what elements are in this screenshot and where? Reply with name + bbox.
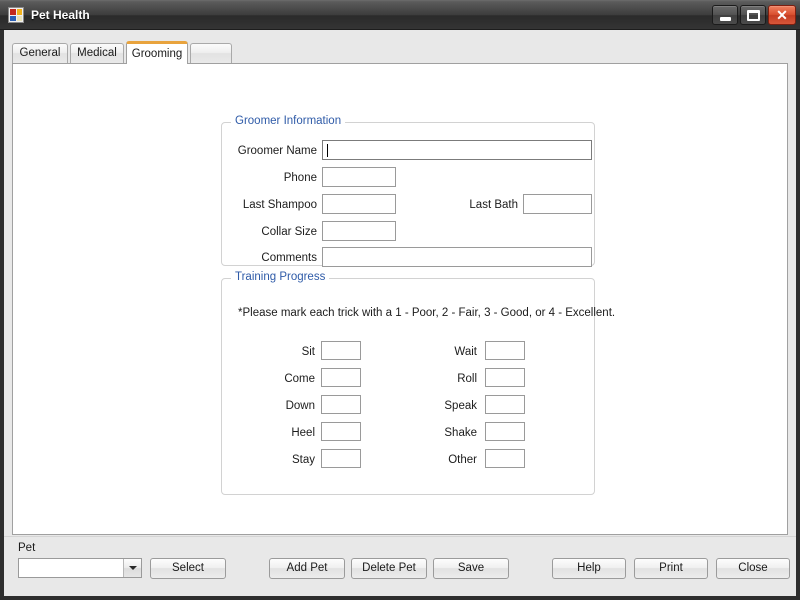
comments-input[interactable] — [322, 247, 592, 267]
trick-wait-label: Wait — [454, 346, 477, 358]
trick-other-label: Other — [448, 454, 477, 466]
trick-down-label: Down — [285, 400, 315, 412]
tab-grooming[interactable]: Grooming — [126, 41, 188, 64]
minimize-button[interactable] — [712, 5, 738, 25]
last-shampoo-input[interactable] — [322, 194, 396, 214]
collar-size-label: Collar Size — [261, 226, 317, 238]
training-note: *Please mark each trick with a 1 - Poor,… — [238, 307, 616, 319]
collar-size-input[interactable] — [322, 221, 396, 241]
add-pet-button[interactable]: Add Pet — [269, 558, 345, 579]
toolbar-divider — [4, 536, 796, 537]
trick-other-input[interactable] — [485, 449, 525, 468]
trick-roll-input[interactable] — [485, 368, 525, 387]
chevron-down-icon[interactable] — [123, 559, 141, 577]
groomer-information-title: Groomer Information — [231, 115, 346, 127]
trick-heel-label: Heel — [291, 427, 315, 439]
trick-roll-label: Roll — [457, 373, 477, 385]
tab-medical[interactable]: Medical — [70, 43, 124, 63]
training-progress-title: Training Progress — [231, 271, 330, 283]
trick-come-label: Come — [284, 373, 315, 385]
text-caret — [327, 144, 328, 157]
select-button[interactable]: Select — [150, 558, 226, 579]
groomer-information-group: Groomer Information Groomer Name Phone L… — [221, 115, 595, 267]
groomer-name-label: Groomer Name — [237, 145, 317, 157]
tab-blank[interactable] — [190, 43, 232, 63]
tab-page-grooming: Groomer Information Groomer Name Phone L… — [12, 63, 790, 585]
title-bar: Pet Health ✕ — [0, 0, 800, 30]
application-window: Pet Health ✕ General Medical Grooming Gr… — [0, 0, 800, 600]
training-progress-group: Training Progress *Please mark each tric… — [221, 271, 615, 495]
trick-sit-input[interactable] — [321, 341, 361, 360]
phone-label: Phone — [283, 172, 317, 184]
trick-heel-input[interactable] — [321, 422, 361, 441]
trick-speak-label: Speak — [444, 400, 477, 412]
groomer-name-input[interactable] — [322, 140, 592, 160]
maximize-button[interactable] — [740, 5, 766, 25]
last-bath-input[interactable] — [523, 194, 592, 214]
trick-come-input[interactable] — [321, 368, 361, 387]
trick-down-input[interactable] — [321, 395, 361, 414]
comments-label: Comments — [261, 252, 317, 264]
phone-input[interactable] — [322, 167, 396, 187]
help-button[interactable]: Help — [552, 558, 626, 579]
app-grid-icon — [8, 7, 24, 23]
last-bath-label: Last Bath — [469, 199, 518, 211]
bottom-toolbar: Pet Select Add Pet Delete Pet Save Help … — [4, 536, 796, 596]
trick-sit-label: Sit — [301, 346, 315, 358]
delete-pet-button[interactable]: Delete Pet — [351, 558, 427, 579]
trick-shake-input[interactable] — [485, 422, 525, 441]
tab-strip: General Medical Grooming — [12, 41, 788, 64]
pet-selector-combobox[interactable] — [18, 558, 142, 578]
maximize-icon — [747, 10, 760, 21]
window-title: Pet Health — [31, 8, 90, 22]
client-area: General Medical Grooming Groomer Informa… — [0, 30, 800, 600]
trick-speak-input[interactable] — [485, 395, 525, 414]
last-shampoo-label: Last Shampoo — [242, 199, 317, 211]
close-icon: ✕ — [776, 7, 788, 23]
trick-stay-input[interactable] — [321, 449, 361, 468]
tab-general[interactable]: General — [12, 43, 68, 63]
close-button[interactable]: ✕ — [768, 5, 796, 25]
save-button[interactable]: Save — [433, 558, 509, 579]
print-button[interactable]: Print — [634, 558, 708, 579]
trick-stay-label: Stay — [291, 454, 315, 466]
minimize-icon — [720, 17, 731, 21]
trick-wait-input[interactable] — [485, 341, 525, 360]
trick-shake-label: Shake — [444, 427, 477, 439]
pet-selector-label: Pet — [18, 542, 36, 554]
close-dialog-button[interactable]: Close — [716, 558, 790, 579]
